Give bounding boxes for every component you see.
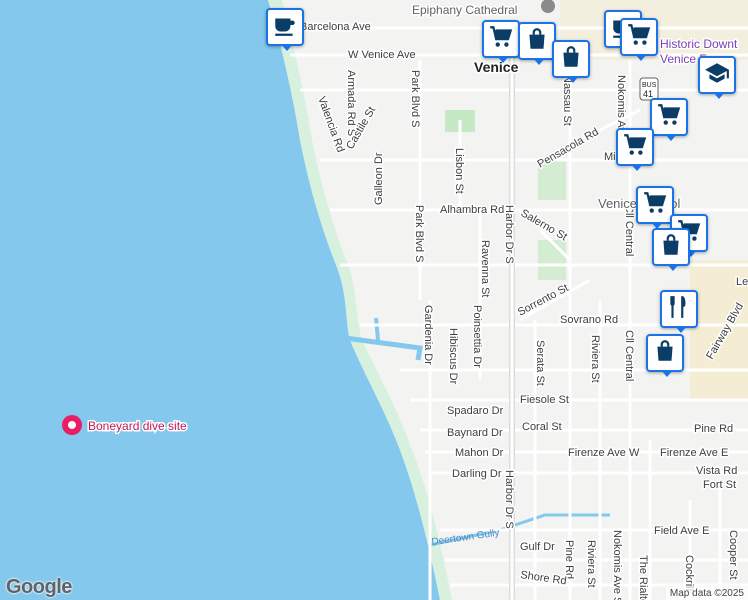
shopping-cart-icon — [656, 102, 682, 133]
dive-site-label: Boneyard dive site — [88, 419, 187, 433]
map-marker-restaurant[interactable] — [660, 290, 698, 333]
inland-canal-2 — [374, 317, 380, 341]
shopping-cart-icon — [488, 24, 514, 55]
street-label: Lisbon St — [453, 148, 465, 194]
google-logo: Google — [6, 576, 72, 598]
map-marker-shopping-cart[interactable] — [482, 20, 520, 63]
street-label: Vista Rd — [696, 465, 737, 477]
shopping-bag-icon — [558, 44, 584, 75]
street-label: Alhambra Rd — [440, 204, 504, 216]
street-label: Harbor Dr S — [503, 470, 515, 529]
street-label: Pensacola Rd — [536, 126, 601, 171]
map-marker-coffee[interactable] — [266, 8, 304, 51]
street-label: Firenze Ave E — [660, 447, 728, 459]
map-canvas[interactable]: Barcelona Ave W Venice Ave Armada Rd S V… — [0, 0, 748, 600]
street-label: Spadaro Dr — [447, 405, 504, 417]
street-label: Cooper St — [727, 530, 739, 580]
street-label: Serata St — [534, 340, 546, 386]
street-label: Park Blvd S — [413, 205, 425, 262]
shopping-bag-icon — [658, 232, 684, 263]
map-marker-shopping-bag[interactable] — [646, 334, 684, 377]
map-marker-shopping-cart[interactable] — [650, 98, 688, 141]
street-label: Gardenia Dr — [422, 305, 434, 365]
map-marker-shopping-cart[interactable] — [636, 186, 674, 229]
street-label: Fiesole St — [520, 394, 569, 406]
street-label: Fort St — [703, 479, 736, 491]
historic-downtown-label: Historic Downt — [660, 37, 738, 51]
map-attribution[interactable]: Map data ©2025 — [665, 587, 748, 600]
street-label: Pine Rd — [563, 540, 575, 579]
graduation-cap-icon — [704, 60, 730, 91]
street-label: Cll Central — [623, 330, 635, 381]
street-label: Le — [736, 276, 748, 288]
street-label: Firenze Ave W — [568, 447, 640, 459]
street-label: Park Blvd S — [409, 70, 421, 127]
cathedral-label: Epiphany Cathedral — [412, 3, 517, 17]
map-marker-shopping-bag[interactable] — [552, 40, 590, 83]
street-label: Baynard Dr — [447, 427, 503, 439]
shopping-cart-icon — [622, 132, 648, 163]
street-label: Salerno St — [519, 207, 569, 243]
street-label: Nokomis Av — [615, 75, 627, 133]
street-label: Cll Central — [623, 205, 635, 256]
street-label: Cockrill — [683, 555, 695, 591]
shopping-bag-icon — [652, 338, 678, 369]
park-3 — [538, 240, 566, 280]
street-label: Gulf Dr — [520, 541, 555, 553]
cathedral-icon[interactable] — [541, 0, 555, 13]
street-label: Hibiscus Dr — [447, 328, 459, 385]
street-label: Poinsettia Dr — [471, 305, 483, 368]
street-label: Field Ave E — [654, 525, 709, 537]
shopping-cart-icon — [626, 22, 652, 53]
coffee-icon — [272, 12, 298, 43]
street-label: Barcelona Ave — [300, 21, 371, 33]
street-label: Darling Dr — [452, 468, 502, 480]
street-label: Coral St — [522, 421, 562, 433]
map-marker-shopping-cart[interactable] — [620, 18, 658, 61]
street-label: W Venice Ave — [348, 49, 416, 61]
street-label: The Rialto — [637, 555, 649, 600]
street-label: Valencia Rd — [315, 95, 346, 154]
restaurant-icon — [666, 294, 692, 325]
map-marker-shopping-bag[interactable] — [652, 228, 690, 271]
street-label: Riviera St — [585, 540, 597, 588]
street-label: Sovrano Rd — [560, 314, 618, 326]
map-marker-shopping-cart[interactable] — [616, 128, 654, 171]
map-marker-shopping-bag[interactable] — [518, 22, 556, 65]
street-label: Ravenna St — [479, 240, 491, 297]
street-label: Harbor Dr S — [503, 205, 515, 264]
street-label: Pine Rd — [694, 423, 733, 435]
street-label: Nokomis Ave S — [611, 530, 623, 600]
street-label: Galleon Dr — [373, 152, 385, 205]
shopping-bag-icon — [524, 26, 550, 57]
dive-site-icon-inner — [68, 421, 76, 429]
shopping-cart-icon — [642, 190, 668, 221]
map-marker-graduation-cap[interactable] — [698, 56, 736, 99]
route-shield-label: BUS — [642, 82, 657, 89]
street-label: Mahon Dr — [455, 447, 504, 459]
street-label: Riviera St — [589, 335, 601, 383]
